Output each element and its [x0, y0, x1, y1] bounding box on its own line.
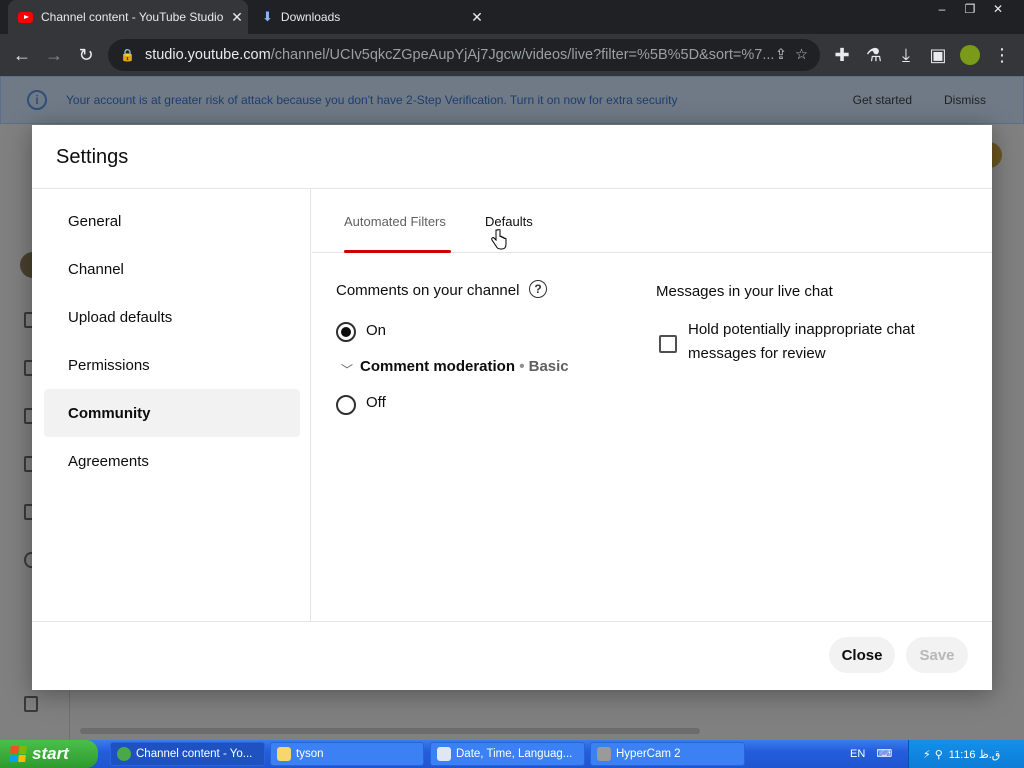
settings-dialog: Settings General Channel Upload defaults… — [32, 125, 992, 690]
extensions-puzzle-icon[interactable]: ✚ — [826, 39, 858, 71]
minimize-icon[interactable]: – — [928, 0, 956, 18]
lock-icon: 🔒 — [120, 48, 135, 62]
settings-nav: General Channel Upload defaults Permissi… — [32, 189, 311, 621]
clock[interactable]: 11:16 ق.ظ — [949, 748, 1001, 761]
downloads-icon[interactable]: ⤓ — [890, 39, 922, 71]
nav-item-channel[interactable]: Channel — [44, 245, 300, 293]
taskbar-item-chrome[interactable]: Channel content - Yo... — [110, 742, 265, 766]
start-button[interactable]: start — [0, 740, 98, 768]
tab-automated-filters[interactable]: Automated Filters — [344, 189, 451, 253]
hold-chat-messages-label: Hold potentially inappropriate chat mess… — [688, 321, 915, 362]
hand-cursor-icon — [491, 229, 507, 250]
nav-item-agreements[interactable]: Agreements — [44, 437, 300, 485]
youtube-favicon-icon — [18, 11, 33, 23]
tab-downloads[interactable]: ⬇ Downloads ✕ — [252, 0, 488, 34]
download-icon: ⬇ — [262, 9, 273, 24]
window-controls: – ❐ ✕ — [928, 0, 1012, 20]
comments-off-label: Off — [366, 394, 386, 411]
live-chat-section-title: Messages in your live chat — [656, 283, 833, 300]
tab-title: Downloads — [280, 10, 341, 24]
network-icon[interactable]: ⚡ — [923, 748, 931, 761]
info-icon: i — [27, 90, 47, 110]
chevron-down-icon[interactable]: ﹀ — [341, 361, 353, 378]
comments-section-title: Comments on your channel — [336, 282, 520, 299]
forward-arrow-icon[interactable]: → — [38, 39, 70, 71]
nav-item-general[interactable]: General — [44, 197, 300, 245]
nav-item-permissions[interactable]: Permissions — [44, 341, 300, 389]
banner-message: Your account is at greater risk of attac… — [66, 93, 678, 107]
active-tab-underline — [344, 250, 451, 253]
keyboard-icon: ⌨ — [876, 748, 893, 760]
bookmark-star-icon[interactable]: ☆ — [795, 47, 808, 63]
menu-kebab-icon[interactable]: ⋮ — [986, 39, 1018, 71]
close-tab-icon[interactable]: ✕ — [226, 9, 248, 26]
close-tab-icon[interactable]: ✕ — [466, 9, 488, 26]
comments-off-radio[interactable] — [336, 395, 356, 415]
labs-flask-icon[interactable]: ⚗ — [858, 39, 890, 71]
hypercam-icon — [597, 747, 611, 761]
comments-on-label: On — [366, 322, 387, 339]
tab-label: Defaults — [485, 213, 533, 229]
divider — [32, 621, 992, 622]
taskbar-item-hypercam[interactable]: HyperCam 2 — [590, 742, 745, 766]
feedback-icon — [24, 696, 38, 712]
windows-taskbar: start Channel content - Yo... tyson Date… — [0, 740, 1024, 768]
comments-on-radio[interactable] — [336, 322, 356, 342]
restore-icon[interactable]: ❐ — [956, 0, 984, 18]
taskbar-item-date-time[interactable]: Date, Time, Languag... — [430, 742, 585, 766]
address-bar[interactable]: 🔒 studio.youtube.com/channel/UCIv5qkcZGp… — [108, 39, 820, 71]
side-panel-icon[interactable]: ▣ — [922, 39, 954, 71]
dialog-title: Settings — [56, 146, 129, 168]
search-icon[interactable]: ⚲ — [935, 748, 943, 761]
system-tray: ⚡ ⚲ 11:16 ق.ظ — [908, 740, 1024, 768]
language-indicator[interactable]: EN ⌨ — [850, 740, 892, 768]
url-text: studio.youtube.com/channel/UCIv5qkcZGpeA… — [144, 47, 775, 63]
save-button[interactable]: Save — [906, 637, 968, 673]
taskbar-item-folder[interactable]: tyson — [270, 742, 424, 766]
control-panel-icon — [437, 747, 451, 761]
security-banner: i Your account is at greater risk of att… — [0, 76, 1024, 124]
profile-avatar[interactable] — [960, 45, 980, 65]
back-arrow-icon[interactable]: ← — [6, 39, 38, 71]
community-tabs: Automated Filters Defaults — [312, 189, 992, 253]
tab-title: Channel content - YouTube Studio — [41, 10, 224, 24]
help-icon[interactable]: ? — [529, 280, 547, 298]
window-close-icon[interactable]: ✕ — [984, 0, 1012, 18]
tab-label: Automated Filters — [344, 213, 446, 229]
browser-tab-strip: Channel content - YouTube Studio ✕ ⬇ Dow… — [0, 0, 1024, 34]
nav-item-community[interactable]: Community — [44, 389, 300, 437]
moderation-level: Basic — [528, 358, 569, 375]
comment-moderation-toggle[interactable]: Comment moderation • Basic — [360, 358, 569, 375]
reload-icon[interactable]: ↻ — [70, 39, 102, 71]
chrome-icon — [117, 747, 131, 761]
nav-item-upload-defaults[interactable]: Upload defaults — [44, 293, 300, 341]
tab-youtube-studio[interactable]: Channel content - YouTube Studio ✕ — [8, 0, 248, 34]
dismiss-link[interactable]: Dismiss — [944, 93, 986, 107]
browser-toolbar: ← → ↻ 🔒 studio.youtube.com/channel/UCIv5… — [0, 34, 1024, 76]
folder-icon — [277, 747, 291, 761]
close-button[interactable]: Close — [829, 637, 895, 673]
hold-chat-messages-checkbox[interactable] — [659, 335, 677, 353]
horizontal-scrollbar[interactable] — [80, 728, 700, 734]
get-started-link[interactable]: Get started — [853, 93, 912, 107]
windows-flag-icon — [9, 746, 27, 762]
share-icon[interactable]: ⇪ — [775, 47, 787, 63]
